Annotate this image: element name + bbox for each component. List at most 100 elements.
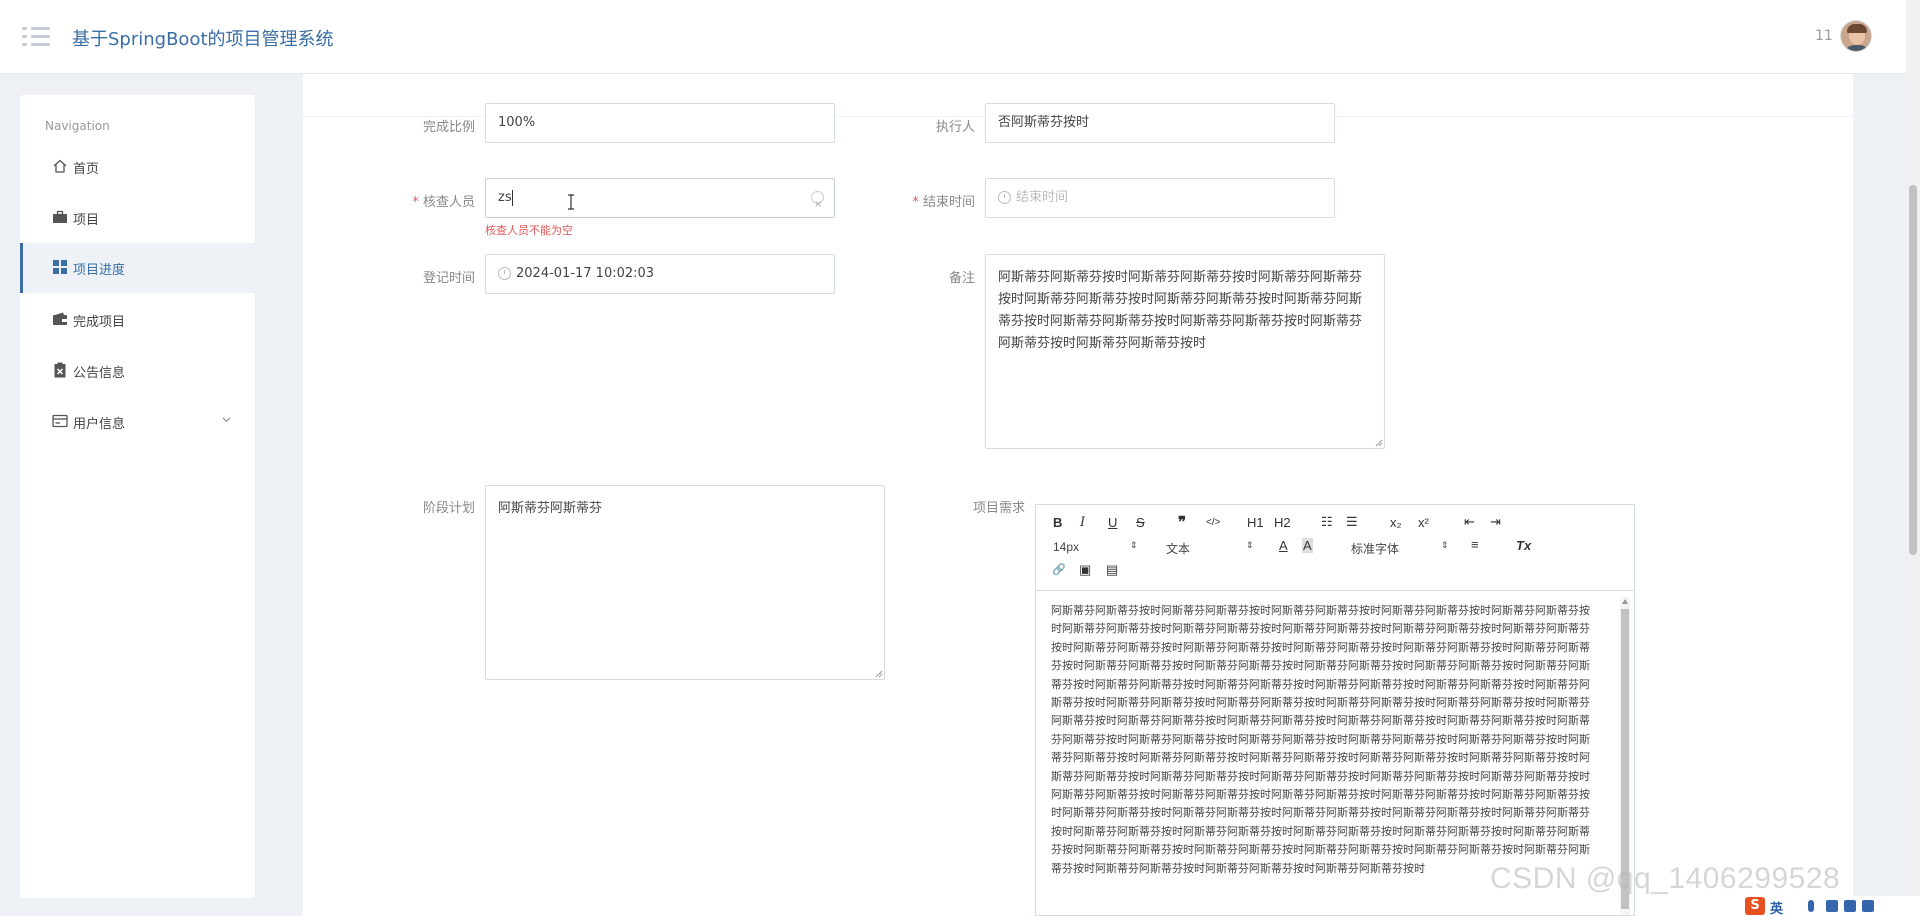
wallet-icon — [53, 312, 67, 325]
briefcase-icon — [53, 210, 67, 223]
heading1-button[interactable]: H1 — [1247, 515, 1264, 530]
sidebar-item-label: 用户信息 — [73, 417, 126, 432]
end-time-field[interactable]: 结束时间 — [985, 178, 1335, 218]
required-mark: * — [412, 195, 419, 210]
end-time-label: * 结束时间 — [855, 191, 975, 210]
stage-plan-value: 阿斯蒂芬阿斯蒂芬 — [498, 501, 603, 516]
remarks-textarea[interactable]: 阿斯蒂芬阿斯蒂芬按时阿斯蒂芬阿斯蒂芬按时阿斯蒂芬阿斯蒂芬按时阿斯蒂芬阿斯蒂芬按时… — [985, 254, 1385, 449]
editor-text: 阿斯蒂芬阿斯蒂芬按时阿斯蒂芬阿斯蒂芬按时阿斯蒂芬阿斯蒂芬按时阿斯蒂芬阿斯蒂芬按时… — [1051, 604, 1590, 875]
avatar[interactable] — [1840, 20, 1872, 52]
sidebar-item-projects[interactable]: 项目 — [20, 193, 255, 243]
grid-menu-icon[interactable] — [1862, 900, 1874, 912]
format-select[interactable]: 文本 ⇕ — [1166, 540, 1254, 557]
executor-field[interactable]: 否阿斯蒂芬按时 — [985, 103, 1335, 143]
link-button[interactable]: 🔗 — [1052, 563, 1066, 576]
register-time-value: 2024-01-17 10:02:03 — [516, 266, 655, 281]
resize-handle-icon[interactable] — [1374, 438, 1383, 447]
reviewer-error: 核查人员不能为空 — [485, 224, 573, 237]
stage-plan-textarea[interactable]: 阿斯蒂芬阿斯蒂芬 — [485, 485, 885, 680]
sidebar-item-announcements[interactable]: 公告信息 — [20, 346, 255, 396]
page-scroll-thumb[interactable] — [1909, 185, 1917, 555]
reviewer-label-text: 核查人员 — [422, 195, 475, 210]
sidebar-item-label: 项目进度 — [73, 263, 126, 278]
code-button[interactable]: </> — [1206, 517, 1220, 528]
user-count: 11 — [1815, 28, 1833, 44]
end-time-label-text: 结束时间 — [922, 195, 975, 210]
bullet-list-button[interactable]: ☰ — [1346, 514, 1358, 530]
ime-language[interactable]: 英 — [1770, 898, 1783, 916]
heading2-button[interactable]: H2 — [1274, 515, 1291, 530]
sidebar-item-users[interactable]: 用户信息 — [20, 397, 255, 447]
indent-button[interactable]: ⇥ — [1490, 514, 1501, 530]
home-icon — [53, 159, 67, 173]
text-cursor — [512, 190, 513, 206]
superscript-button[interactable]: x² — [1418, 515, 1429, 530]
sidebar-item-label: 完成项目 — [73, 315, 126, 330]
text-cursor-icon — [568, 194, 574, 210]
register-time-field[interactable]: 2024-01-17 10:02:03 — [485, 254, 835, 294]
font-family-value: 标准字体 — [1351, 542, 1400, 556]
completion-ratio-value: 100% — [498, 115, 536, 130]
format-value: 文本 — [1166, 542, 1191, 556]
align-button[interactable]: ≡ — [1471, 537, 1479, 552]
strikethrough-button[interactable]: S — [1136, 515, 1145, 530]
resize-handle-icon[interactable] — [874, 669, 883, 678]
remarks-label: 备注 — [948, 271, 975, 286]
underline-button[interactable]: U — [1108, 515, 1117, 530]
subscript-button[interactable]: x₂ — [1390, 515, 1402, 530]
executor-value: 否阿斯蒂芬按时 — [998, 115, 1090, 130]
select-arrows-icon: ⇕ — [1441, 540, 1449, 550]
id-card-icon — [52, 414, 68, 428]
italic-button[interactable]: I — [1080, 515, 1085, 530]
top-header: 基于SpringBoot的项目管理系统 11 — [0, 0, 1920, 74]
reviewer-value: zs — [498, 190, 512, 205]
sidebar: Navigation 首页 项目 项目进度 完成项目 公告信息 用户信息 — [20, 95, 255, 898]
reviewer-field[interactable]: zs — [485, 178, 835, 224]
image-button[interactable]: ▣ — [1079, 562, 1091, 578]
text-color-button[interactable]: A — [1279, 538, 1288, 553]
background-color-button[interactable]: A — [1302, 538, 1313, 553]
scroll-up-icon[interactable] — [1622, 599, 1628, 604]
keyboard-icon[interactable] — [1826, 900, 1838, 912]
clock-icon — [498, 267, 511, 280]
page-scrollbar[interactable] — [1906, 0, 1920, 916]
remarks-value: 阿斯蒂芬阿斯蒂芬按时阿斯蒂芬阿斯蒂芬按时阿斯蒂芬阿斯蒂芬按时阿斯蒂芬阿斯蒂芬按时… — [998, 270, 1363, 351]
sidebar-item-progress[interactable]: 项目进度 — [20, 243, 255, 293]
font-size-value: 14px — [1053, 540, 1080, 554]
menu-toggle-icon[interactable] — [22, 26, 50, 48]
ime-toolbar[interactable]: S 英 — [1742, 896, 1920, 916]
ime-logo-icon: S — [1745, 897, 1765, 915]
font-family-select[interactable]: 标准字体 ⇕ — [1351, 540, 1451, 557]
app-title: 基于SpringBoot的项目管理系统 — [72, 29, 334, 50]
clock-icon — [998, 191, 1011, 204]
grid-icon — [53, 260, 67, 274]
shirt-icon[interactable] — [1844, 900, 1856, 912]
sidebar-item-label: 公告信息 — [73, 366, 126, 381]
watermark: CSDN @qq_1406299528 — [1490, 862, 1841, 895]
completion-ratio-label: 完成比例 — [422, 120, 475, 135]
video-button[interactable]: ▤ — [1106, 562, 1118, 578]
end-time-placeholder: 结束时间 — [1016, 190, 1069, 205]
requirements-label: 项目需求 — [972, 501, 1025, 516]
font-size-select[interactable]: 14px ⇕ — [1053, 540, 1138, 554]
reviewer-label: * 核查人员 — [355, 191, 475, 210]
nav-heading: Navigation — [45, 119, 110, 133]
clipboard-x-icon — [54, 362, 66, 378]
register-time-label: 登记时间 — [422, 271, 475, 286]
ordered-list-button[interactable]: ☷ — [1321, 514, 1333, 530]
select-arrows-icon: ⇕ — [1130, 540, 1138, 550]
editor-toolbar: B I U S ❞ </> H1 H2 ☷ ☰ x₂ x² ⇤ ⇥ 14px ⇕… — [1036, 505, 1634, 591]
sidebar-item-completed[interactable]: 完成项目 — [20, 295, 255, 345]
sidebar-item-label: 项目 — [73, 213, 100, 228]
bold-button[interactable]: B — [1053, 515, 1062, 530]
sidebar-item-label: 首页 — [73, 162, 100, 177]
clear-icon[interactable] — [811, 186, 824, 224]
select-arrows-icon: ⇕ — [1246, 540, 1254, 550]
chevron-down-icon — [222, 417, 231, 423]
sidebar-item-home[interactable]: 首页 — [20, 142, 255, 192]
blockquote-button[interactable]: ❞ — [1178, 513, 1186, 531]
outdent-button[interactable]: ⇤ — [1464, 514, 1475, 530]
microphone-icon[interactable] — [1808, 900, 1814, 912]
completion-ratio-field[interactable]: 100% — [485, 103, 835, 143]
clear-format-button[interactable]: Tx — [1516, 538, 1531, 553]
